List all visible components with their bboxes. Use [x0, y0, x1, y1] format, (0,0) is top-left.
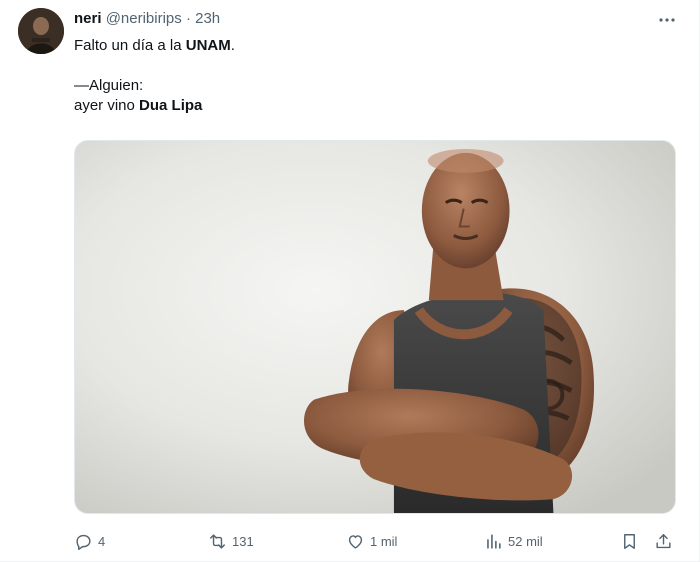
timestamp[interactable]: 23h: [195, 10, 220, 27]
tweet-line-1: Falto un día a la UNAM.: [74, 36, 664, 56]
share-upload-icon: [655, 533, 671, 548]
separator-dot: ·: [185, 10, 191, 27]
avatar-image: [18, 8, 64, 54]
tweet-media-image[interactable]: [74, 140, 676, 514]
tweet-line-3: ayer vino Dua Lipa: [74, 96, 664, 116]
bar-chart-icon: [487, 533, 501, 549]
media-illustration: [75, 141, 675, 513]
tweet-line-1-bold: UNAM: [185, 37, 231, 54]
more-options-button[interactable]: [657, 10, 677, 30]
retweet-button[interactable]: 131: [208, 528, 254, 554]
reply-button[interactable]: 4: [74, 528, 105, 554]
like-count: 1 mil: [370, 533, 398, 549]
user-handle[interactable]: @neribirips: [106, 10, 182, 27]
retweet-count: 131: [232, 533, 254, 549]
bookmark-button[interactable]: [618, 530, 640, 552]
tweet-card[interactable]: neri @neribirips · 23h Falto un día a la…: [0, 0, 700, 562]
share-button[interactable]: [652, 530, 674, 552]
views-count: 52 mil: [508, 533, 543, 549]
tweet-line-3-bold: Dua Lipa: [139, 97, 203, 114]
tweet-line-1-suffix: .: [230, 37, 235, 54]
avatar[interactable]: [18, 8, 64, 54]
reply-count: 4: [98, 533, 106, 549]
tweet-header: neri @neribirips · 23h: [74, 9, 220, 29]
bookmark-icon: [623, 533, 635, 549]
like-button[interactable]: 1 mil: [346, 528, 397, 554]
views-button[interactable]: 52 mil: [484, 528, 543, 554]
tweet-line-3-text: ayer vino: [74, 97, 140, 114]
tweet-line-1-text: Falto un día a la: [74, 37, 186, 54]
heart-icon: [348, 534, 363, 549]
tweet-line-2: —Alguien:: [74, 77, 144, 94]
retweet-arrows-icon: [210, 533, 225, 549]
display-name[interactable]: neri: [74, 10, 102, 27]
tweet-actions-bar: 4 131 1 mil 52 mil: [74, 528, 678, 554]
reply-bubble-icon: [76, 534, 91, 550]
tweet-text: Falto un día a la UNAM. —Alguien: ayer v…: [74, 36, 664, 116]
more-dots-icon: [659, 18, 675, 22]
